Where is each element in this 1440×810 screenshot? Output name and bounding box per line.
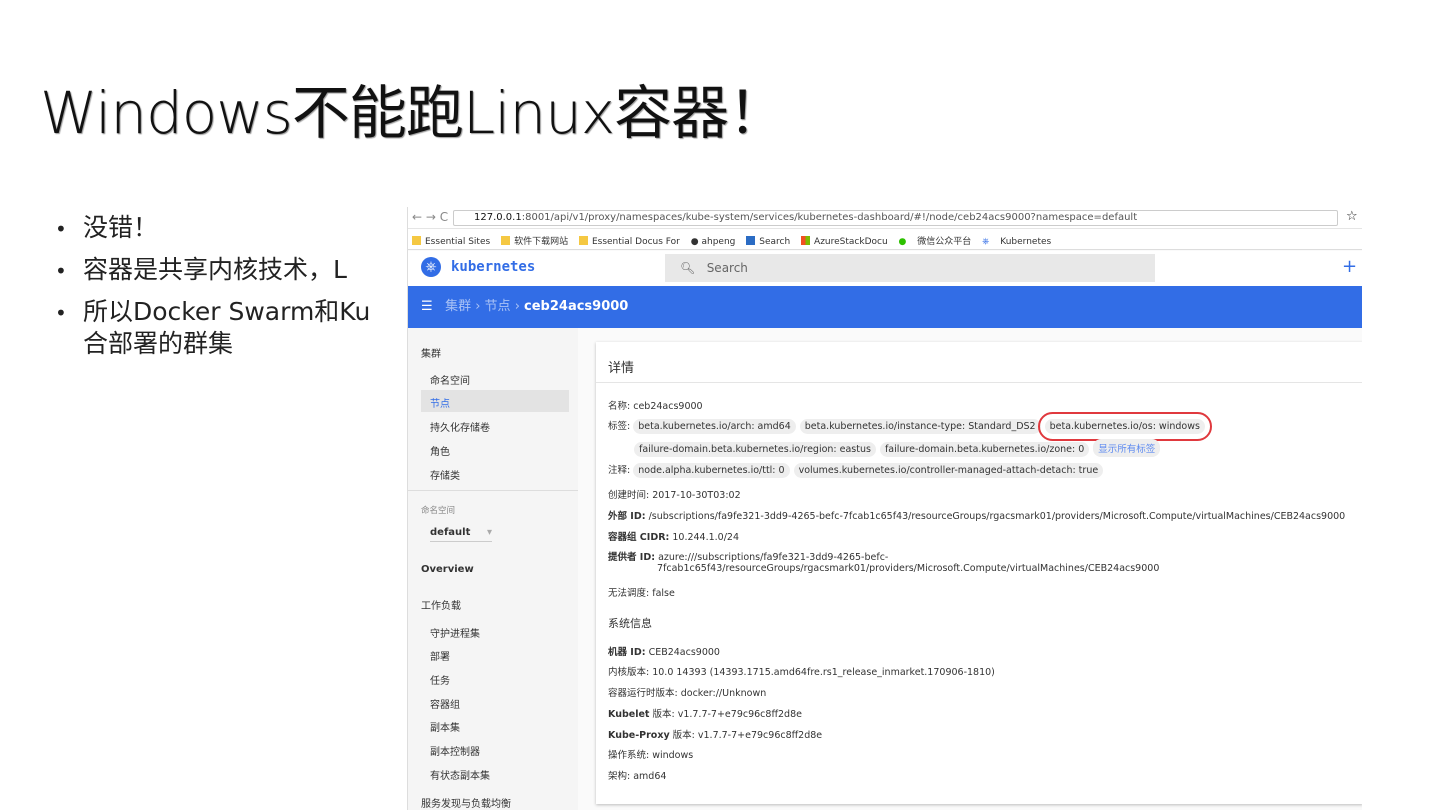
sidebar-heading[interactable]: 服务发现与负载均衡	[421, 795, 511, 810]
breadcrumb-item[interactable]: 节点	[485, 299, 511, 314]
sidebar-item[interactable]: 守护进程集	[430, 625, 480, 640]
name-row: 名称: ceb24acs9000	[608, 401, 703, 412]
annotation-chip: node.alpha.kubernetes.io/ttl: 0	[633, 463, 790, 478]
sidebar-item[interactable]: 角色	[430, 443, 450, 458]
breadcrumb-current: ceb24acs9000	[524, 299, 629, 314]
labels-row-2: failure-domain.beta.kubernetes.io/region…	[634, 439, 1164, 457]
bullet-text: 容器是共享内核技术，L	[83, 255, 347, 284]
star-icon[interactable]: ☆	[1346, 209, 1358, 224]
created-row: 创建时间: 2017-10-30T03:02	[608, 490, 741, 501]
bookmark[interactable]: AzureStackDocu	[801, 236, 888, 247]
namespace-select[interactable]: default ▾	[430, 527, 492, 542]
bullet-text: 没错！	[83, 213, 159, 242]
sidebar-item[interactable]: 持久化存储卷	[430, 419, 490, 434]
label-chip: failure-domain.beta.kubernetes.io/region…	[634, 442, 876, 457]
unschedulable-row: 无法调度: false	[608, 588, 675, 599]
bullet: • 没错！	[55, 213, 159, 242]
sidebar-item-active[interactable]: 节点	[430, 395, 450, 410]
bookmark[interactable]: Essential Docus For	[578, 236, 680, 247]
namespace-label: 命名空间	[421, 506, 456, 516]
divider	[596, 382, 1362, 383]
sidebar-heading[interactable]: 集群	[421, 345, 441, 360]
bullet-text: 所以Docker Swarm和Ku	[83, 297, 371, 326]
os-row: 操作系统: windows	[608, 750, 694, 761]
labels-row: 标签: beta.kubernetes.io/arch: amd64 beta.k…	[608, 412, 1212, 441]
divider	[408, 490, 578, 491]
details-card: 详情 名称: ceb24acs9000 标签: beta.kubernetes.…	[596, 342, 1362, 804]
app-header: ⎈ kubernetes 🔍︎ Search +	[408, 251, 1362, 286]
bookmark[interactable]: ● 微信公众平台	[899, 237, 972, 247]
url-host: 127.0.0.1	[474, 212, 522, 223]
url-input[interactable]: 127.0.0.1:8001/api/v1/proxy/namespaces/k…	[453, 210, 1338, 226]
url-path: :8001/api/v1/proxy/namespaces/kube-syste…	[521, 212, 1138, 223]
bookmark[interactable]: ⎈ Kubernetes	[982, 237, 1051, 247]
sidebar-item[interactable]: 命名空间	[430, 372, 470, 387]
slide-title: Windows不能跑Linux容器！	[40, 79, 786, 147]
bookmarks-bar: Essential Sites 软件下载网站 Essential Docus F…	[408, 229, 1362, 250]
provider-id-row: 提供者 ID: azure:///subscriptions/fa9fe321-…	[608, 552, 889, 563]
sidebar-item[interactable]: 容器组	[430, 696, 460, 711]
menu-icon[interactable]: ☰	[421, 299, 433, 314]
bullet: • 所以Docker Swarm和Ku	[55, 297, 371, 326]
label-chip: beta.kubernetes.io/arch: amd64	[633, 419, 796, 434]
sysinfo-heading: 系统信息	[608, 617, 652, 630]
sidebar-item[interactable]: 任务	[430, 672, 450, 687]
search-placeholder: Search	[706, 261, 748, 275]
annotations-row: 注释: node.alpha.kubernetes.io/ttl: 0 volum…	[608, 462, 1107, 478]
browser-screenshot: ← → C 127.0.0.1:8001/api/v1/proxy/namesp…	[407, 207, 1362, 810]
kubernetes-logo-icon: ⎈	[421, 257, 441, 277]
sidebar: 集群 命名空间 节点 持久化存储卷 角色 存储类 命名空间 default ▾ …	[408, 328, 578, 810]
brand[interactable]: kubernetes	[451, 259, 535, 275]
label-chip: beta.kubernetes.io/instance-type: Standa…	[799, 419, 1041, 434]
kube-proxy-row: Kube-Proxy 版本: v1.7.7-7+e79c96c8ff2d8e	[608, 730, 823, 741]
sidebar-item[interactable]: 部署	[430, 648, 450, 663]
sidebar-item[interactable]: 有状态副本集	[430, 767, 490, 782]
sidebar-item[interactable]: 副本集	[430, 719, 460, 734]
bookmark[interactable]: 软件下载网站	[501, 236, 568, 247]
show-all-labels-link[interactable]: 显示所有标签	[1093, 439, 1161, 457]
bullet-continuation: 合部署的群集	[83, 329, 234, 358]
bookmark[interactable]: Search	[746, 236, 790, 247]
arch-row: 架构: amd64	[608, 771, 667, 782]
bullet: • 容器是共享内核技术，L	[55, 255, 347, 284]
search-input[interactable]: 🔍︎ Search	[665, 254, 1155, 282]
breadcrumb-item[interactable]: 集群	[445, 299, 471, 314]
cidr-row: 容器组 CIDR: 10.244.1.0/24	[608, 532, 740, 543]
kernel-row: 内核版本: 10.0 14393 (14393.1715.amd64fre.rs…	[608, 667, 995, 678]
nav-icons[interactable]: ← → C	[412, 210, 448, 224]
external-id-row: 外部 ID: /subscriptions/fa9fe321-3dd9-4265…	[608, 511, 1346, 522]
runtime-row: 容器运行时版本: docker://Unknown	[608, 688, 767, 699]
add-button[interactable]: +	[1342, 256, 1357, 277]
search-icon: 🔍︎	[680, 261, 696, 275]
annotation-chip: volumes.kubernetes.io/controller-managed…	[793, 463, 1104, 478]
sidebar-item[interactable]: 存储类	[430, 467, 460, 482]
breadcrumb: ☰ 集群 › 节点 › ceb24acs9000	[408, 286, 1362, 328]
bookmark[interactable]: ● ahpeng	[691, 237, 736, 247]
machine-id-row: 机器 ID: CEB24acs9000	[608, 647, 720, 658]
sidebar-overview[interactable]: Overview	[421, 564, 474, 575]
address-bar-row: ← → C 127.0.0.1:8001/api/v1/proxy/namesp…	[408, 207, 1362, 229]
label-chip: failure-domain.beta.kubernetes.io/zone: …	[879, 442, 1090, 457]
bookmark[interactable]: Essential Sites	[412, 236, 490, 247]
card-title: 详情	[608, 361, 635, 376]
kubelet-row: Kubelet 版本: v1.7.7-7+e79c96c8ff2d8e	[608, 709, 802, 720]
provider-id-cont: 7fcab1c65f43/resourceGroups/rgacsmark01/…	[657, 563, 1160, 574]
sidebar-item[interactable]: 副本控制器	[430, 743, 480, 758]
sidebar-heading[interactable]: 工作负载	[421, 597, 461, 612]
label-chip: beta.kubernetes.io/os: windows	[1037, 412, 1212, 441]
